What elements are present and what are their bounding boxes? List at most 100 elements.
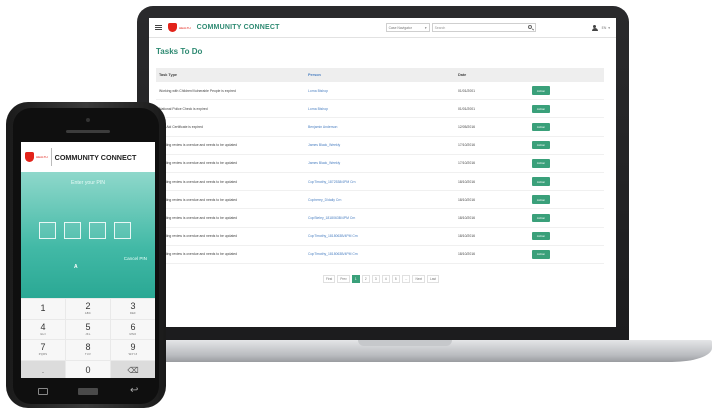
key-letters: MNO	[129, 332, 137, 336]
telstra-logo-icon	[168, 23, 177, 32]
table-row: Funding review is overdue and needs to b…	[156, 191, 604, 210]
keypad-key[interactable]: 6 MNO	[111, 319, 155, 340]
keypad-key[interactable]: 3 DEF	[111, 299, 155, 319]
action-button[interactable]: Action	[532, 213, 550, 223]
numeric-keypad: 1 2 ABC 3 DEF 4 GHI 5 JKL 6 MNO 7 PQRS 8 TUV 9 WXYZ. 0 ⌫	[21, 298, 155, 378]
keypad-key[interactable]: 9 WXYZ	[111, 340, 155, 360]
keypad-key[interactable]: 8 TUV	[66, 340, 110, 360]
key-number: 9	[130, 342, 136, 353]
pagination-item[interactable]: 4	[381, 275, 390, 283]
header-task-type: Task Type	[159, 73, 178, 77]
date-cell: 12/05/2016	[458, 124, 475, 129]
home-button[interactable]	[78, 388, 98, 395]
back-arrow-icon[interactable]: ↩	[130, 385, 138, 396]
menu-icon[interactable]	[155, 25, 162, 30]
cancel-pin-button[interactable]: Cancel PIN	[124, 256, 147, 261]
key-number: 4	[40, 321, 46, 332]
telstra-logo-icon	[25, 152, 34, 162]
date-cell: 18/10/2016	[458, 215, 475, 220]
keypad-key[interactable]: 7 PQRS	[21, 340, 65, 360]
pin-digit-box[interactable]	[114, 222, 131, 239]
pin-digit-box[interactable]	[39, 222, 56, 239]
key-number: 3	[130, 301, 136, 312]
task-type-cell: Funding review is overdue and needs to b…	[159, 215, 238, 220]
action-button[interactable]: Action	[532, 122, 550, 132]
search-placeholder: Search	[434, 25, 446, 30]
table-row: Funding review is overdue and needs to b…	[156, 137, 604, 155]
case-navigator-label: Case Navigator	[388, 25, 412, 30]
action-button[interactable]: Action	[532, 231, 550, 241]
table-row: First Aid Certificate is expired Benjamin…	[156, 118, 604, 137]
action-button[interactable]: Action	[532, 195, 550, 204]
pagination-item[interactable]: ...	[401, 275, 411, 283]
action-button[interactable]: Action	[532, 86, 550, 95]
pagination-item[interactable]: First	[323, 275, 336, 283]
date-cell: 17/10/2016	[458, 161, 475, 166]
keypad-key[interactable]: 5 JKL	[66, 319, 110, 340]
date-cell: 01/01/2001	[458, 106, 475, 111]
backspace-icon: ⌫	[127, 366, 139, 376]
pagination-item[interactable]: 2	[361, 275, 370, 283]
keypad-key[interactable]: ⌫	[111, 360, 155, 378]
date-cell: 17/10/2016	[458, 143, 475, 148]
user-icon[interactable]	[591, 24, 598, 31]
key-number: 0	[85, 365, 91, 376]
laptop-notch	[358, 340, 452, 346]
search-input[interactable]: Search	[431, 23, 536, 32]
key-number: 2	[85, 301, 91, 312]
task-type-cell: Funding review is overdue and needs to b…	[159, 234, 238, 239]
search-icon[interactable]	[527, 25, 532, 29]
action-button[interactable]: Action	[532, 104, 550, 114]
key-number: .	[41, 366, 45, 376]
phone-logo-tag: HEALTH	[36, 155, 48, 159]
person-link[interactable]: Lorna Bishop	[308, 89, 458, 93]
recent-apps-icon[interactable]	[38, 388, 48, 395]
action-button[interactable]: Action	[532, 159, 550, 168]
key-number: 1	[40, 303, 46, 314]
language-selector[interactable]: EN	[602, 26, 607, 30]
date-cell: 18/10/2016	[458, 234, 475, 239]
person-link[interactable]: CopTimothy_1818063B/4PM Crn	[308, 234, 458, 238]
keypad-key[interactable]: 0	[66, 360, 110, 378]
pagination-item[interactable]: Prev	[337, 275, 350, 283]
pagination-item[interactable]: 3	[371, 275, 380, 283]
pagination-item[interactable]: Last	[427, 275, 440, 283]
keypad-key[interactable]: .	[21, 360, 65, 378]
date-cell: 01/01/2001	[458, 88, 475, 93]
chevron-down-icon[interactable]: ▾	[608, 26, 610, 30]
person-link[interactable]: CopTimothy_1872538/4PM Crn	[308, 180, 458, 184]
person-link[interactable]: Benjamin Anderson	[308, 125, 458, 129]
person-link[interactable]: CopSteley_1818063B/4PM Crn	[308, 216, 458, 220]
action-button[interactable]: Action	[532, 250, 550, 259]
action-button[interactable]: Action	[532, 177, 550, 186]
pagination-item[interactable]: 1	[351, 275, 360, 283]
page-title: Tasks To Do	[156, 47, 203, 56]
person-link[interactable]: CopTimothy_1818063B/4PM Crn	[308, 252, 458, 256]
task-type-cell: Funding review is overdue and needs to b…	[159, 143, 238, 148]
table-body: Working with Children/Vulnerable People …	[156, 82, 604, 264]
key-number: 6	[130, 321, 136, 332]
date-cell: 18/10/2016	[458, 179, 475, 184]
action-button[interactable]: Action	[532, 140, 550, 150]
keypad-key[interactable]: 4 GHI	[21, 319, 65, 340]
phone-app-title: COMMUNITY CONNECT	[54, 152, 137, 162]
pin-boxes	[39, 222, 131, 239]
pin-digit-box[interactable]	[89, 222, 106, 239]
person-link[interactable]: Lorna Bishop	[308, 107, 458, 111]
person-link[interactable]: James Black_Weekly	[308, 161, 458, 165]
pin-digit-box[interactable]	[64, 222, 81, 239]
keypad-key[interactable]: 1	[21, 299, 65, 319]
person-link[interactable]: Copherey_D/daily Crn	[308, 198, 458, 202]
table-row: Funding review is overdue and needs to b…	[156, 173, 604, 192]
table-row: Funding review is overdue and needs to b…	[156, 155, 604, 173]
person-link[interactable]: James Black_Weekly	[308, 143, 458, 147]
laptop-screen: HEALTH COMMUNITY CONNECT Case Navigator …	[149, 18, 616, 327]
camera-icon	[86, 118, 90, 122]
keypad-key[interactable]: 2 ABC	[66, 299, 110, 319]
pagination-item[interactable]: Next	[412, 275, 425, 283]
key-number: 7	[40, 342, 46, 353]
case-navigator-select[interactable]: Case Navigator ▾	[385, 23, 430, 32]
date-cell: 18/10/2016	[458, 197, 475, 202]
pagination-item[interactable]: 5	[391, 275, 400, 283]
header-date: Date	[458, 73, 467, 77]
